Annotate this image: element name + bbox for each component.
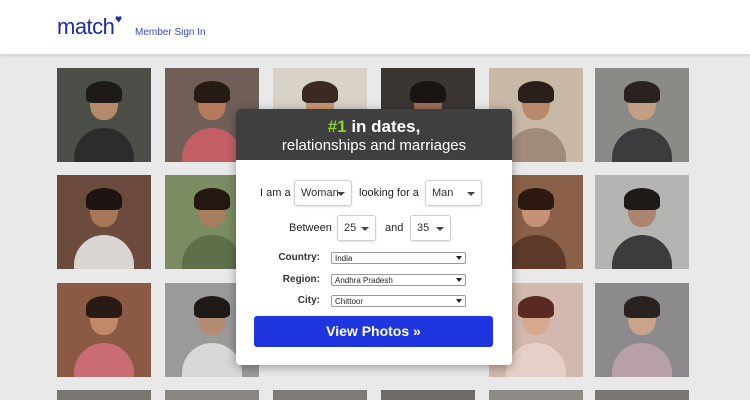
profile-photo bbox=[595, 283, 689, 377]
profile-photo bbox=[57, 68, 151, 162]
chevron-down-icon bbox=[436, 227, 444, 231]
seeking-value: Man bbox=[432, 187, 454, 199]
age-min-dropdown[interactable]: 25 bbox=[337, 215, 376, 241]
gender-value: Woman bbox=[301, 187, 339, 199]
between-label: Between bbox=[289, 222, 332, 234]
country-label: Country: bbox=[278, 252, 320, 263]
headline-accent: #1 bbox=[327, 117, 347, 136]
heart-icon: ♥ bbox=[115, 12, 123, 26]
subheadline: relationships and marriages bbox=[281, 137, 467, 154]
region-label: Region: bbox=[282, 274, 320, 285]
profile-photo bbox=[595, 390, 689, 400]
region-select[interactable]: Andhra Pradesh bbox=[331, 274, 466, 286]
profile-photo bbox=[57, 175, 151, 269]
and-label: and bbox=[385, 222, 404, 234]
i-am-label: I am a bbox=[260, 187, 291, 199]
profile-photo bbox=[595, 175, 689, 269]
site-header: match ♥ Member Sign In bbox=[0, 0, 750, 55]
view-photos-button[interactable]: View Photos » bbox=[254, 316, 493, 347]
panel-header: #1 in dates, relationships and marriages bbox=[236, 109, 512, 160]
match-logo[interactable]: match bbox=[57, 14, 115, 40]
city-label: City: bbox=[297, 295, 320, 306]
city-select[interactable]: Chittoor bbox=[331, 295, 466, 307]
country-select[interactable]: India bbox=[331, 252, 466, 264]
chevron-down-icon bbox=[361, 227, 369, 231]
region-value: Andhra Pradesh bbox=[335, 276, 393, 285]
age-min-value: 25 bbox=[344, 222, 357, 234]
profile-photo bbox=[57, 283, 151, 377]
chevron-down-icon bbox=[456, 299, 462, 303]
chevron-down-icon bbox=[456, 256, 462, 260]
age-max-dropdown[interactable]: 35 bbox=[410, 215, 451, 241]
city-value: Chittoor bbox=[335, 297, 364, 306]
headline-text: in dates, bbox=[346, 117, 421, 136]
profile-photo bbox=[57, 390, 151, 400]
chevron-down-icon bbox=[456, 278, 462, 282]
profile-photo bbox=[595, 68, 689, 162]
chevron-down-icon bbox=[467, 192, 475, 196]
age-max-value: 35 bbox=[417, 222, 430, 234]
chevron-down-icon bbox=[337, 192, 345, 196]
looking-for-label: looking for a bbox=[359, 187, 419, 199]
seeking-dropdown[interactable]: Man bbox=[425, 180, 482, 206]
gender-dropdown[interactable]: Woman bbox=[294, 180, 352, 206]
profile-photo bbox=[165, 390, 259, 400]
profile-photo bbox=[273, 390, 367, 400]
country-value: India bbox=[335, 254, 353, 263]
profile-photo bbox=[381, 390, 475, 400]
member-sign-in-link[interactable]: Member Sign In bbox=[135, 27, 206, 38]
profile-photo bbox=[489, 390, 583, 400]
headline: #1 in dates, bbox=[236, 117, 512, 137]
